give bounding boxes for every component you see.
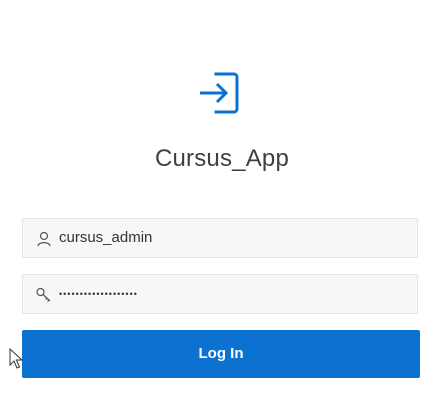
- mouse-pointer-icon: [9, 348, 23, 369]
- password-value: •••••••••••••••••••: [59, 289, 138, 299]
- user-icon: [37, 231, 51, 247]
- username-value: cursus_admin: [59, 229, 153, 246]
- key-icon: [36, 287, 51, 302]
- password-field[interactable]: •••••••••••••••••••: [22, 274, 418, 314]
- username-field[interactable]: cursus_admin: [22, 218, 418, 258]
- app-title: Cursus_App: [154, 145, 290, 172]
- login-button[interactable]: Log In: [22, 330, 420, 378]
- sign-in-icon: [200, 72, 239, 114]
